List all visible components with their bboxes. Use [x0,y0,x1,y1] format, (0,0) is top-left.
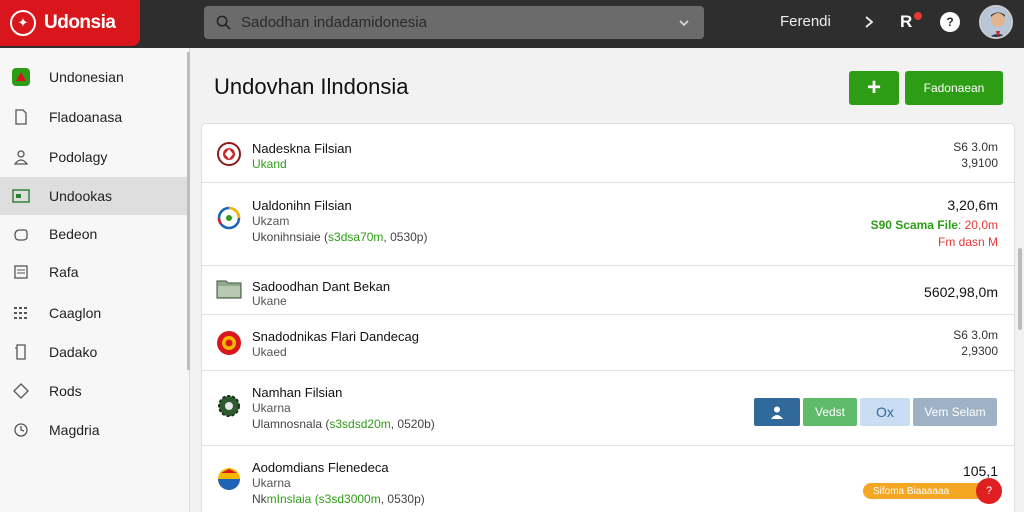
item-subtitle: Ukarna [252,401,291,415]
list-item[interactable]: Nadeskna Filsian Ukand S6 3.0m 3,9100 [202,124,1014,183]
item-value: 105,1 [962,463,998,479]
primary-action-button[interactable]: Fadonaean [905,71,1003,105]
chevron-right-icon[interactable] [862,14,876,30]
item-title: Sadoodhan Dant Bekan [252,279,391,294]
item-title: Aodomdians Flenedeca [252,460,389,475]
clock-icon [12,421,30,439]
chevron-down-icon[interactable] [678,17,690,29]
search-input[interactable] [241,14,661,31]
item-value: S6 3.0m [953,140,998,154]
item-status-note: Fm dasn M [937,235,998,249]
notifications-icon[interactable]: R [900,12,912,32]
item-title: Namhan Filsian [252,385,343,400]
sidebar-item-label: Magdria [49,422,100,438]
item-value: 3,20,6m [947,197,998,213]
view-button[interactable]: Vem Selam [913,398,997,426]
item-value: 5602,98,0m [924,284,998,300]
sidebar-item-bedeon[interactable]: Bedeon [0,215,187,253]
search-icon [216,15,231,30]
list-item[interactable]: Sadoodhan Dant Bekan Ukane 5602,98,0m [202,266,1014,315]
list-item[interactable]: Ualdonihn Filsian Ukzam Ukonihnsiaie (s3… [202,183,1014,266]
ok-button[interactable]: Ox [860,398,910,426]
item-emblem-icon [218,395,240,417]
list-item[interactable]: Namhan Filsian Ukarna Ulamnosnala (s3sds… [202,371,1014,446]
folder-icon [216,280,242,299]
user-icon [12,148,30,166]
diamond-icon [12,382,30,400]
item-subtitle: Ukarna [252,476,291,490]
item-meta: Ukonihnsiaie (s3dsa70m, 0530p) [252,230,428,244]
avatar-image [981,7,1011,37]
brand-name: Udonsia [44,12,116,33]
avatar[interactable] [979,5,1013,39]
sidebar-item-caaglon[interactable]: Caaglon [0,294,187,332]
item-emblem-icon [217,206,241,230]
add-button[interactable]: + [849,71,899,105]
sidebar-item-label: Podolagy [49,149,108,165]
item-subtitle: Ukzam [252,214,290,228]
item-emblem-icon [218,468,240,490]
list-item[interactable]: Snadodnikas Flari Dandecag Ukaed S6 3.0m… [202,315,1014,371]
sidebar-item-fladoanasa[interactable]: Fladoanasa [0,98,187,136]
item-list: Nadeskna Filsian Ukand S6 3.0m 3,9100 Ua… [201,123,1015,512]
sidebar-item-label: Bedeon [49,226,98,242]
sidebar-item-undonesian[interactable]: Undonesian [0,58,187,96]
item-emblem-icon [217,331,241,355]
sidebar: Undonesian Fladoanasa Podolagy Undookas … [0,48,190,512]
assign-user-button[interactable] [754,398,800,426]
item-meta: Ulamnosnala (s3sdsd20m, 0520b) [252,417,435,431]
sidebar-item-rods[interactable]: Rods [0,372,187,410]
item-title: Snadodnikas Flari Dandecag [252,329,419,344]
status-badge: Sifoma Biaaaaaa [863,483,985,499]
sidebar-item-magdria[interactable]: Magdria [0,411,187,449]
item-subtitle: Ukane [252,294,287,308]
sidebar-item-dadako[interactable]: Dadako [0,333,187,371]
hand-icon [12,225,30,243]
item-subtitle: Ukand [252,157,287,171]
sidebar-item-label: Undookas [49,188,113,204]
sidebar-item-label: Undonesian [49,69,124,85]
item-secondary-value: 3,9100 [961,156,998,170]
app-logo-icon [12,68,30,86]
sidebar-item-podolagy[interactable]: Podolagy [0,138,187,176]
item-subtitle: Ukaed [252,345,287,359]
top-bar: ✦ Udonsia Ferendi R ? [0,0,1024,48]
page-title: Undovhan Ilndonsia [214,74,409,99]
document-icon [12,263,30,281]
main-scrollbar[interactable] [1018,248,1022,330]
grid-icon [12,304,30,322]
item-secondary-value: 2,9300 [961,344,998,358]
sidebar-scrollbar[interactable] [187,52,190,370]
verify-button[interactable]: Vedst [803,398,857,426]
sidebar-item-label: Caaglon [49,305,102,321]
help-icon[interactable]: ? [940,12,960,32]
search-bar[interactable] [204,6,704,39]
item-emblem-icon [217,142,241,166]
item-status: S90 Scama File: 20,0m [870,218,998,232]
help-fab-button[interactable]: ? [976,478,1002,504]
file-icon [12,108,30,126]
brand-emblem-icon: ✦ [10,10,36,36]
card-icon [12,187,30,205]
user-icon [771,406,783,419]
sidebar-item-label: Rafa [49,264,79,280]
item-value: S6 3.0m [953,328,998,342]
sidebar-item-label: Fladoanasa [49,109,123,125]
sidebar-item-undookas[interactable]: Undookas [0,177,187,215]
brand-logo[interactable]: ✦ Udonsia [0,0,140,46]
top-nav-link[interactable]: Ferendi [780,13,831,30]
item-meta: NkmInslaia (s3sd3000m, 0530p) [252,492,425,506]
list-item[interactable]: Aodomdians Flenedeca Ukarna NkmInslaia (… [202,446,1014,512]
sidebar-item-label: Dadako [49,344,98,360]
item-title: Ualdonihn Filsian [252,198,352,213]
notification-badge [914,12,922,20]
sidebar-item-label: Rods [49,383,82,399]
sidebar-item-rafa[interactable]: Rafa [0,253,187,291]
page-icon [12,343,30,361]
item-title: Nadeskna Filsian [252,141,352,156]
